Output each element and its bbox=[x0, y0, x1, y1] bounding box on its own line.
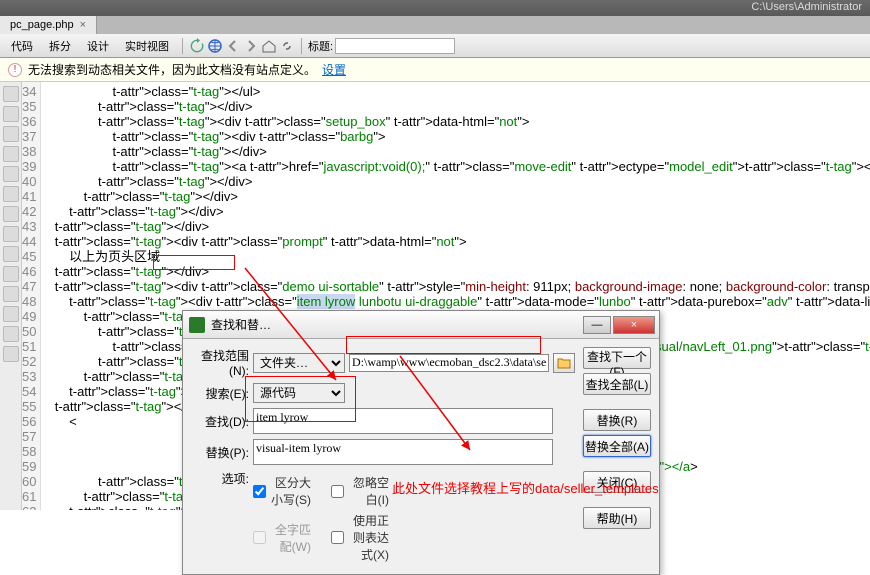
home-icon[interactable] bbox=[261, 38, 277, 54]
dialog-titlebar[interactable]: 查找和替… — × bbox=[183, 311, 659, 339]
replace-button[interactable]: 替换(R) bbox=[583, 409, 651, 431]
close-tab-icon[interactable]: × bbox=[80, 19, 86, 31]
folder-path-input[interactable] bbox=[349, 354, 549, 372]
nav-back-icon[interactable] bbox=[225, 38, 241, 54]
find-all-button[interactable]: 查找全部(L) bbox=[583, 373, 651, 395]
dialog-title: 查找和替… bbox=[211, 316, 271, 333]
find-label: 查找(D): bbox=[191, 413, 249, 430]
link-icon[interactable] bbox=[279, 38, 295, 54]
main-toolbar: 代码 拆分 设计 实时视图 标题: bbox=[0, 34, 870, 58]
vt-icon[interactable] bbox=[3, 326, 19, 342]
file-tab-name: pc_page.php bbox=[10, 19, 74, 31]
info-settings-link[interactable]: 设置 bbox=[322, 61, 346, 78]
vt-icon[interactable] bbox=[3, 266, 19, 282]
file-tab[interactable]: pc_page.php × bbox=[0, 16, 97, 34]
vt-icon[interactable] bbox=[3, 226, 19, 242]
split-view-button[interactable]: 拆分 bbox=[42, 35, 78, 57]
separator bbox=[182, 38, 183, 54]
window-titlebar: C:\Users\Administrator bbox=[0, 0, 870, 16]
vertical-toolbar bbox=[0, 82, 22, 510]
annotation-text: 此处文件选择教程上写的data/seller_templates bbox=[392, 478, 659, 497]
minimize-button[interactable]: — bbox=[583, 316, 611, 334]
vt-icon[interactable] bbox=[3, 146, 19, 162]
opt-case[interactable]: 区分大小写(S) bbox=[253, 474, 311, 508]
scope-label: 查找范围(N): bbox=[191, 347, 249, 378]
case-checkbox[interactable] bbox=[253, 485, 266, 498]
info-bar: ! 无法搜索到动态相关文件，因为此文档没有站点定义。 设置 bbox=[0, 58, 870, 82]
line-numbers: 3435363738394041424344454647484950515253… bbox=[22, 82, 41, 510]
wholeword-checkbox bbox=[253, 531, 266, 544]
find-textarea[interactable]: item lyrow bbox=[253, 408, 553, 434]
replace-all-button[interactable]: 替换全部(A) bbox=[583, 435, 651, 457]
separator bbox=[301, 38, 302, 54]
window-path: C:\Users\Administrator bbox=[751, 1, 862, 13]
replace-textarea[interactable]: visual-item lyrow bbox=[253, 439, 553, 465]
vt-icon[interactable] bbox=[3, 86, 19, 102]
title-label: 标题: bbox=[308, 38, 333, 54]
live-view-button[interactable]: 实时视图 bbox=[118, 35, 176, 57]
globe-icon[interactable] bbox=[207, 38, 223, 54]
replace-label: 替换(P): bbox=[191, 444, 249, 461]
opt-wholeword[interactable]: 全字匹配(W) bbox=[253, 512, 311, 563]
refresh-icon[interactable] bbox=[189, 38, 205, 54]
help-button[interactable]: 帮助(H) bbox=[583, 507, 651, 529]
warning-icon: ! bbox=[8, 63, 22, 77]
design-view-button[interactable]: 设计 bbox=[80, 35, 116, 57]
scope-select[interactable]: 文件夹… bbox=[253, 353, 345, 373]
vt-icon[interactable] bbox=[3, 186, 19, 202]
vt-icon[interactable] bbox=[3, 126, 19, 142]
nav-fwd-icon[interactable] bbox=[243, 38, 259, 54]
vt-icon[interactable] bbox=[3, 166, 19, 182]
regex-checkbox[interactable] bbox=[331, 531, 344, 544]
close-button[interactable]: × bbox=[613, 316, 655, 334]
file-tab-bar: pc_page.php × bbox=[0, 16, 870, 34]
dialog-app-icon bbox=[189, 317, 205, 333]
search-in-label: 搜索(E): bbox=[191, 385, 249, 402]
find-next-button[interactable]: 查找下一个(F) bbox=[583, 347, 651, 369]
opt-whitespace[interactable]: 忽略空白(I) bbox=[331, 474, 389, 508]
vt-icon[interactable] bbox=[3, 286, 19, 302]
title-input[interactable] bbox=[335, 38, 455, 54]
vt-icon[interactable] bbox=[3, 206, 19, 222]
opt-regex[interactable]: 使用正则表达式(X) bbox=[331, 512, 389, 563]
vt-icon[interactable] bbox=[3, 246, 19, 262]
code-view-button[interactable]: 代码 bbox=[4, 35, 40, 57]
options-label: 选项: bbox=[191, 470, 249, 487]
search-in-select[interactable]: 源代码 bbox=[253, 383, 345, 403]
vt-icon[interactable] bbox=[3, 346, 19, 362]
info-message: 无法搜索到动态相关文件，因为此文档没有站点定义。 bbox=[28, 61, 316, 78]
find-replace-dialog: 查找和替… — × 查找范围(N): 文件夹… 搜索(E): 源代码 查找(D)… bbox=[182, 310, 660, 575]
browse-folder-button[interactable] bbox=[553, 353, 575, 373]
vt-icon[interactable] bbox=[3, 306, 19, 322]
whitespace-checkbox[interactable] bbox=[331, 485, 344, 498]
vt-icon[interactable] bbox=[3, 106, 19, 122]
